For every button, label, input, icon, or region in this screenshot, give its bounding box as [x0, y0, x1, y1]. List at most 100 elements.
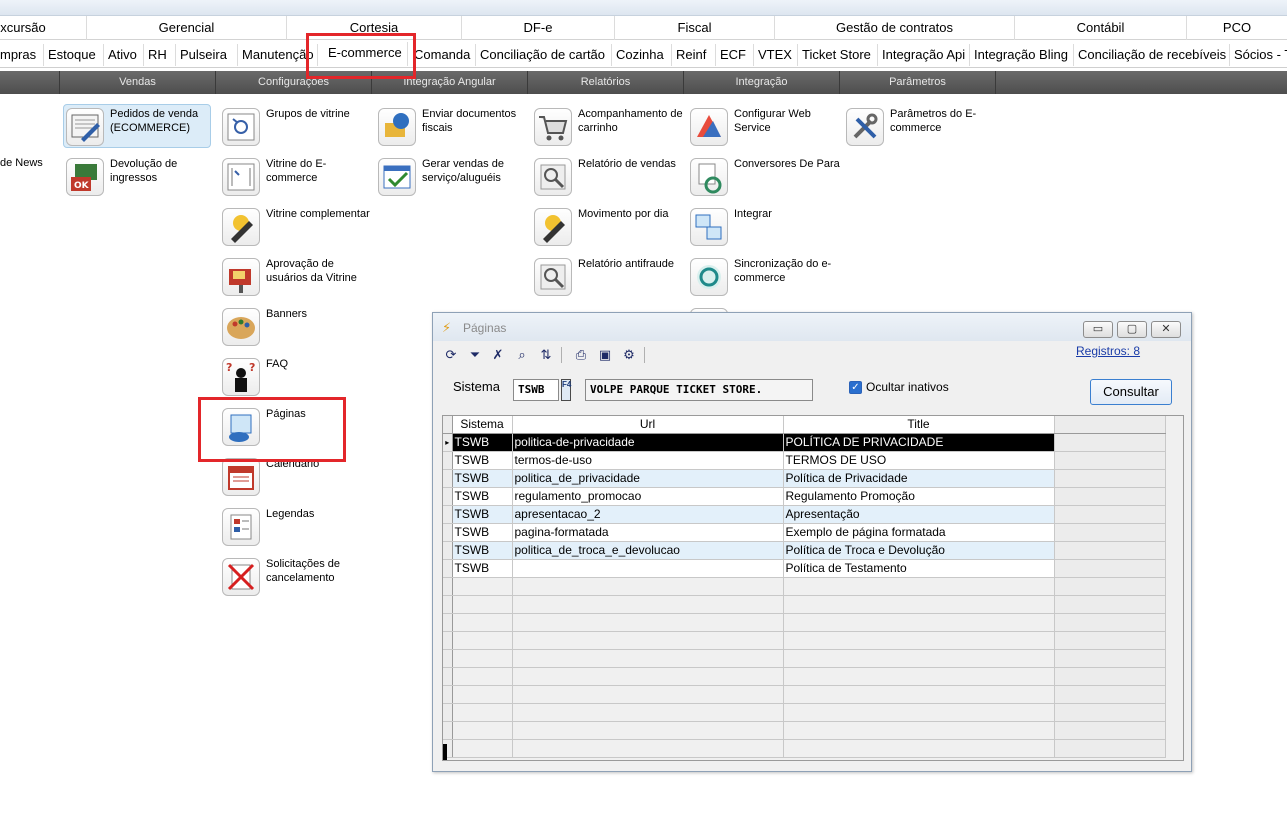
cell-title[interactable]: Apresentação — [783, 505, 1055, 524]
tab-compras[interactable]: mpras — [0, 44, 44, 66]
minimize-button[interactable]: ▭ — [1083, 321, 1113, 338]
cell-title[interactable]: Regulamento Promoção — [783, 487, 1055, 506]
item-calendario[interactable]: Calendário — [222, 456, 372, 500]
table-row[interactable]: TSWB apresentacao_2 Apresentação — [443, 505, 1166, 524]
table-row[interactable]: TSWB termos-de-uso TERMOS DE USO — [443, 451, 1166, 470]
filter-icon[interactable]: ⏷ — [466, 346, 484, 364]
tab-ecommerce[interactable]: E-commerce — [320, 42, 408, 66]
tab-conciliacao-cartao[interactable]: Conciliação de cartão — [476, 44, 612, 66]
tab-ticket-store[interactable]: Ticket Store — [798, 44, 878, 66]
clear-filter-icon[interactable]: ✗ — [489, 346, 507, 364]
tab-comanda[interactable]: Comanda — [410, 44, 476, 66]
table-row[interactable]: ▸ TSWB politica-de-privacidade POLÍTICA DE … — [443, 433, 1166, 452]
cell-title[interactable]: Política de Privacidade — [783, 469, 1055, 488]
cell-url[interactable]: apresentacao_2 — [512, 505, 784, 524]
tab-manutencao[interactable]: Manutenção — [238, 44, 318, 66]
tab-integracao-bling[interactable]: Integração Bling — [970, 44, 1074, 66]
news-item-label[interactable]: de News — [0, 157, 43, 169]
tab-socios[interactable]: Sócios - T — [1230, 44, 1287, 66]
print-icon[interactable]: ⎙ — [572, 346, 590, 364]
tab-integracao-api[interactable]: Integração Api — [878, 44, 970, 66]
menu-gerencial[interactable]: Gerencial — [87, 16, 287, 40]
item-devolucao-ingressos[interactable]: OK Devolução de ingressos — [66, 156, 216, 200]
cell-title[interactable]: TERMOS DE USO — [783, 451, 1055, 470]
cell-url[interactable]: politica_de_privacidade — [512, 469, 784, 488]
item-enviar-documentos[interactable]: Enviar documentos fiscais — [378, 106, 528, 150]
sistema-code-input[interactable]: TSWB — [513, 379, 559, 401]
menu-excursao[interactable]: xcursão — [0, 16, 87, 40]
settings-icon[interactable]: ⚙ — [620, 346, 638, 364]
item-legendas[interactable]: Legendas — [222, 506, 372, 550]
item-pedidos-venda[interactable]: Pedidos de venda (ECOMMERCE) — [63, 104, 216, 150]
item-relatorio-vendas[interactable]: Relatório de vendas — [534, 156, 684, 200]
menu-gestao-contratos[interactable]: Gestão de contratos — [775, 16, 1015, 40]
sort-icon[interactable]: ⇅ — [537, 346, 555, 364]
tab-pulseira[interactable]: Pulseira — [176, 44, 238, 66]
item-parametros-ecommerce[interactable]: Parâmetros do E-commerce — [846, 106, 996, 150]
ocultar-inativos-label[interactable]: Ocultar inativos — [866, 380, 949, 394]
item-banners[interactable]: Banners — [222, 306, 372, 350]
dialog-titlebar[interactable]: ⚡ Páginas ▭ ▢ ✕ — [433, 313, 1191, 341]
tab-estoque[interactable]: Estoque — [44, 44, 104, 66]
cell-sistema[interactable]: TSWB — [452, 541, 513, 560]
header-sistema[interactable]: Sistema — [452, 416, 513, 434]
header-title[interactable]: Title — [783, 416, 1055, 434]
menu-contabil[interactable]: Contábil — [1015, 16, 1187, 40]
cell-sistema[interactable]: TSWB — [452, 469, 513, 488]
refresh-icon[interactable]: ⟳ — [442, 346, 460, 364]
menu-dfe[interactable]: DF-e — [462, 16, 615, 40]
cell-title[interactable]: POLÍTICA DE PRIVACIDADE — [783, 433, 1055, 452]
table-row[interactable]: TSWB Política de Testamento — [443, 559, 1166, 578]
cell-url[interactable]: regulamento_promocao — [512, 487, 784, 506]
item-grupos-vitrine[interactable]: Grupos de vitrine — [222, 106, 372, 150]
item-movimento-dia[interactable]: Movimento por dia — [534, 206, 684, 250]
cell-sistema[interactable]: TSWB — [452, 559, 513, 578]
tab-vtex[interactable]: VTEX — [754, 44, 798, 66]
item-conversores[interactable]: Conversores De Para — [690, 156, 840, 200]
menu-fiscal[interactable]: Fiscal — [615, 16, 775, 40]
header-url[interactable]: Url — [512, 416, 784, 434]
f4-lookup-button[interactable]: F4 — [561, 379, 571, 401]
menu-pco[interactable]: PCO — [1187, 16, 1287, 40]
item-solicitacoes-cancelamento[interactable]: Solicitações de cancelamento — [222, 556, 372, 600]
item-faq[interactable]: ?? FAQ — [222, 356, 372, 400]
save-icon[interactable]: ▣ — [596, 346, 614, 364]
maximize-button[interactable]: ▢ — [1117, 321, 1147, 338]
item-gerar-vendas[interactable]: Gerar vendas de serviço/aluguéis — [378, 156, 528, 200]
close-button[interactable]: ✕ — [1151, 321, 1181, 338]
cell-url[interactable]: pagina-formatada — [512, 523, 784, 542]
tab-ecf[interactable]: ECF — [716, 44, 754, 66]
cell-url[interactable] — [512, 559, 784, 578]
cell-sistema[interactable]: TSWB — [452, 433, 513, 452]
table-row[interactable]: TSWB politica_de_troca_e_devolucao Polític… — [443, 541, 1166, 560]
registros-count-link[interactable]: Registros: 8 — [1076, 344, 1140, 358]
item-vitrine-complementar[interactable]: Vitrine complementar — [222, 206, 372, 250]
item-aprovacao-usuarios[interactable]: Aprovação de usuários da Vitrine — [222, 256, 372, 300]
item-acompanhamento-carrinho[interactable]: Acompanhamento de carrinho — [534, 106, 684, 150]
consultar-button[interactable]: Consultar — [1090, 379, 1172, 405]
cell-url[interactable]: termos-de-uso — [512, 451, 784, 470]
item-relatorio-antifraude[interactable]: Relatório antifraude — [534, 256, 684, 300]
tab-ativo[interactable]: Ativo — [104, 44, 144, 66]
cell-title[interactable]: Exemplo de página formatada — [783, 523, 1055, 542]
find-icon[interactable]: ⌕ — [513, 346, 531, 364]
cell-sistema[interactable]: TSWB — [452, 487, 513, 506]
table-row[interactable]: TSWB regulamento_promocao Regulamento Prom… — [443, 487, 1166, 506]
cell-sistema[interactable]: TSWB — [452, 451, 513, 470]
table-row[interactable]: TSWB politica_de_privacidade Política de P… — [443, 469, 1166, 488]
ocultar-inativos-checkbox[interactable]: ✓ — [849, 381, 862, 394]
tab-reinf[interactable]: Reinf — [672, 44, 716, 66]
table-row[interactable]: TSWB pagina-formatada Exemplo de página fo… — [443, 523, 1166, 542]
menu-cortesia[interactable]: Cortesia — [287, 16, 462, 40]
cell-title[interactable]: Política de Troca e Devolução — [783, 541, 1055, 560]
item-sincronizacao[interactable]: Sincronização do e-commerce — [690, 256, 840, 300]
item-vitrine-ecommerce[interactable]: Vitrine do E-commerce — [222, 156, 372, 200]
cell-url[interactable]: politica_de_troca_e_devolucao — [512, 541, 784, 560]
cell-title[interactable]: Política de Testamento — [783, 559, 1055, 578]
cell-sistema[interactable]: TSWB — [452, 505, 513, 524]
tab-conciliacao-recebiveis[interactable]: Conciliação de recebíveis — [1074, 44, 1230, 66]
cell-url[interactable]: politica-de-privacidade — [512, 433, 784, 452]
item-integrar[interactable]: Integrar — [690, 206, 840, 250]
item-configurar-web-service[interactable]: Configurar Web Service — [690, 106, 840, 150]
tab-rh[interactable]: RH — [144, 44, 176, 66]
